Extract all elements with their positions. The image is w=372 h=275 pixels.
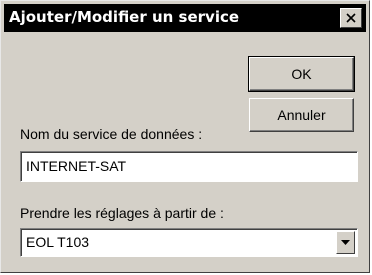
- service-name-value: INTERNET-SAT: [26, 158, 127, 174]
- close-icon: [346, 13, 356, 23]
- chevron-down-icon: [341, 240, 350, 245]
- title-bar[interactable]: Ajouter/Modifier un service: [4, 4, 366, 32]
- settings-source-select[interactable]: EOL T103: [20, 228, 358, 257]
- close-button[interactable]: [340, 8, 362, 28]
- service-name-input[interactable]: INTERNET-SAT: [20, 151, 358, 182]
- dialog-window: Ajouter/Modifier un service OK Annuler N…: [0, 0, 370, 273]
- settings-source-label: Prendre les réglages à partir de :: [20, 205, 224, 221]
- cancel-button[interactable]: Annuler: [249, 98, 354, 132]
- dialog-title: Ajouter/Modifier un service: [9, 8, 240, 26]
- ok-button[interactable]: OK: [248, 56, 355, 92]
- service-name-label: Nom du service de données :: [20, 126, 203, 142]
- settings-source-value: EOL T103: [26, 234, 90, 250]
- dropdown-button[interactable]: [336, 231, 355, 254]
